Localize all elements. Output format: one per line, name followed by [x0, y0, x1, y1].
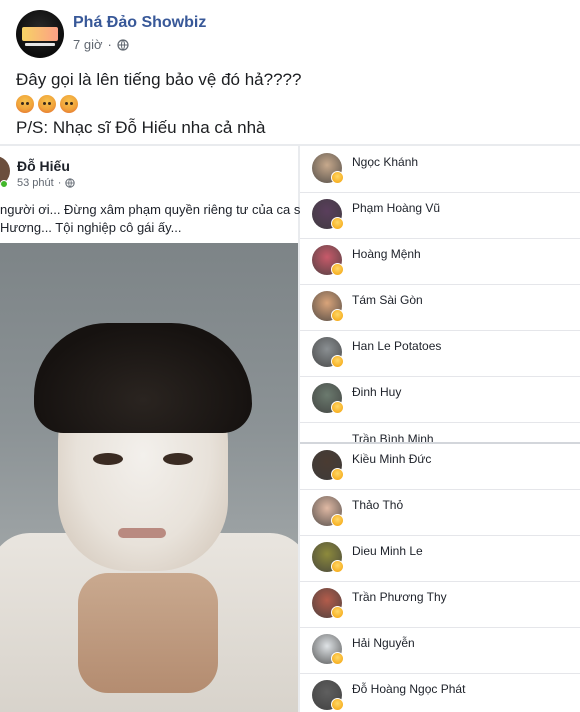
reaction-name[interactable]: Han Le Potatoes: [352, 339, 441, 353]
haha-reaction-icon: [331, 217, 344, 230]
embedded-post: Đỗ Hiếu 53 phút · người ơi... Đừng xâm p…: [0, 146, 300, 712]
embedded-text: người ơi... Đừng xâm phạm quyền riêng tư…: [0, 201, 300, 237]
online-indicator: [0, 180, 8, 188]
angry-reaction-icon: [38, 95, 56, 113]
meta-separator: ·: [107, 37, 112, 52]
page-avatar[interactable]: [16, 10, 64, 58]
haha-reaction-icon: [331, 560, 344, 573]
haha-reaction-icon: [331, 171, 344, 184]
haha-reaction-icon: [331, 606, 344, 619]
reaction-row[interactable]: Trần Phương Thy: [300, 582, 580, 628]
post-text-line: Đây gọi là lên tiếng bảo vệ đó hả????: [16, 70, 302, 89]
embedded-meta: 53 phút ·: [17, 177, 76, 189]
emoji-row: [16, 92, 564, 116]
globe-icon[interactable]: [117, 38, 129, 51]
reaction-name[interactable]: Đỗ Hoàng Ngọc Phát: [352, 682, 465, 696]
post-text: Đây gọi là lên tiếng bảo vệ đó hả???? P/…: [16, 68, 564, 140]
embedded-text-line: người ơi... Đừng xâm phạm quyền riêng tư…: [0, 202, 300, 217]
reaction-row[interactable]: Han Le Potatoes: [300, 331, 580, 377]
reaction-name[interactable]: Ngọc Khánh: [352, 155, 418, 169]
reaction-name[interactable]: Đinh Huy: [352, 385, 401, 399]
haha-reaction-icon: [331, 401, 344, 414]
meta-separator: ·: [57, 177, 62, 189]
haha-reaction-icon: [331, 309, 344, 322]
reactions-list: Ngọc Khánh Phạm Hoàng Vũ Hoàng Mệnh Tám Sài…: [300, 146, 580, 712]
angry-reaction-icon: [16, 95, 34, 113]
reaction-row[interactable]: Dieu Minh Le: [300, 536, 580, 582]
reaction-name[interactable]: Tám Sài Gòn: [352, 293, 423, 307]
reaction-row[interactable]: Hoàng Mệnh: [300, 239, 580, 285]
reaction-name: Trần Bình Minh: [352, 432, 434, 442]
haha-reaction-icon: [331, 263, 344, 276]
haha-reaction-icon: [331, 652, 344, 665]
reaction-name[interactable]: Hoàng Mệnh: [352, 247, 421, 261]
globe-icon: [65, 178, 76, 188]
haha-reaction-icon: [331, 355, 344, 368]
post-text-line: P/S: Nhạc sĩ Đỗ Hiếu nha cả nhà: [16, 118, 266, 137]
reaction-name[interactable]: Trần Phương Thy: [352, 590, 447, 604]
reaction-row[interactable]: Hải Nguyễn: [300, 628, 580, 674]
reaction-name[interactable]: Phạm Hoàng Vũ: [352, 201, 440, 215]
reaction-name[interactable]: Thảo Thỏ: [352, 498, 403, 512]
selfie-photo: [0, 243, 298, 712]
post-meta: 7 giờ ·: [73, 37, 129, 52]
embedded-text-line: Hương... Tội nghiệp cô gái ấy...: [0, 220, 182, 235]
attached-screenshot[interactable]: Đỗ Hiếu 53 phút · người ơi... Đừng xâm p…: [0, 144, 580, 712]
post-header: Phá Đảo Showbiz 7 giờ ·: [16, 10, 556, 58]
haha-reaction-icon: [331, 698, 344, 711]
reaction-name[interactable]: Hải Nguyễn: [352, 636, 415, 650]
angry-reaction-icon: [60, 95, 78, 113]
embedded-time: 53 phút: [17, 177, 54, 189]
page-name-link[interactable]: Phá Đảo Showbiz: [73, 14, 206, 32]
post-time[interactable]: 7 giờ: [73, 37, 103, 52]
reaction-row[interactable]: Phạm Hoàng Vũ: [300, 193, 580, 239]
reaction-row[interactable]: Ngọc Khánh: [300, 147, 580, 193]
reaction-row[interactable]: Kiều Minh Đức: [300, 444, 580, 490]
reaction-row[interactable]: Thảo Thỏ: [300, 490, 580, 536]
reaction-row[interactable]: Tám Sài Gòn: [300, 285, 580, 331]
haha-reaction-icon: [331, 514, 344, 527]
reaction-name[interactable]: Kiều Minh Đức: [352, 452, 431, 466]
logo-icon: [22, 27, 58, 41]
embedded-author: Đỗ Hiếu: [17, 158, 70, 174]
reaction-row[interactable]: Đỗ Hoàng Ngọc Phát: [300, 674, 580, 712]
reaction-row[interactable]: Đinh Huy: [300, 377, 580, 423]
reaction-name[interactable]: Dieu Minh Le: [352, 544, 423, 558]
haha-reaction-icon: [331, 468, 344, 481]
